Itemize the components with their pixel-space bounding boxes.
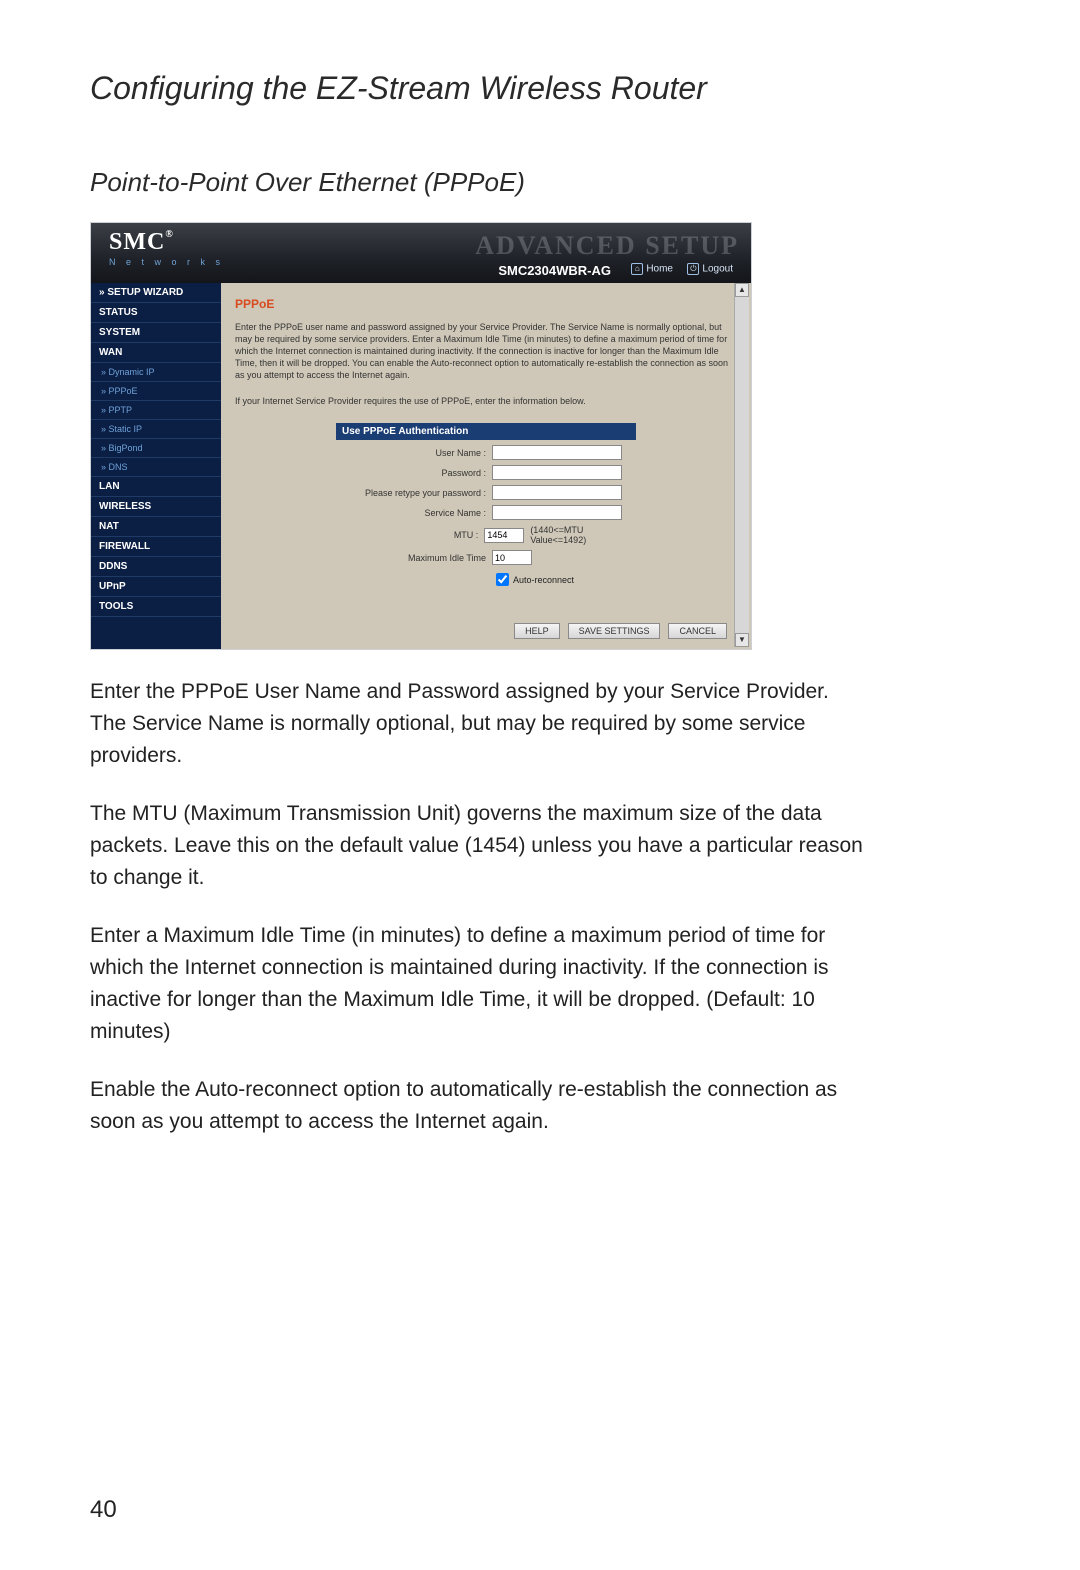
content-heading: PPPoE [235, 297, 737, 311]
scroll-down-icon[interactable]: ▼ [735, 633, 749, 647]
sidebar-item-upnp[interactable]: UPnP [91, 577, 221, 597]
sidebar-item-bigpond[interactable]: » BigPond [91, 439, 221, 458]
home-icon: ⌂ [631, 263, 643, 275]
sidebar-item-status[interactable]: STATUS [91, 303, 221, 323]
model-label: SMC2304WBR-AG [498, 263, 611, 278]
logout-icon: ⏻ [687, 263, 699, 275]
sidebar-item-static-ip[interactable]: » Static IP [91, 420, 221, 439]
save-settings-button[interactable]: SAVE SETTINGS [568, 623, 661, 639]
help-button[interactable]: HELP [514, 623, 560, 639]
pppoe-form: Use PPPoE Authentication User Name : Pas… [336, 423, 636, 589]
service-name-input[interactable] [492, 505, 622, 520]
sidebar-item-wireless[interactable]: WIRELESS [91, 497, 221, 517]
body-paragraph-4: Enable the Auto-reconnect option to auto… [90, 1074, 870, 1138]
auto-reconnect-label: Auto-reconnect [513, 575, 574, 585]
document-title: Configuring the EZ-Stream Wireless Route… [90, 70, 990, 107]
sidebar-item-wan[interactable]: WAN [91, 343, 221, 363]
mtu-note: (1440<=MTU Value<=1492) [530, 525, 636, 545]
idle-label: Maximum Idle Time [336, 553, 492, 563]
logout-link[interactable]: ⏻Logout [687, 263, 733, 275]
body-paragraph-1: Enter the PPPoE User Name and Password a… [90, 676, 870, 772]
sidebar-item-firewall[interactable]: FIREWALL [91, 537, 221, 557]
sidebar-item-pppoe[interactable]: » PPPoE [91, 382, 221, 401]
password-label: Password : [336, 468, 492, 478]
mtu-input[interactable] [484, 528, 524, 543]
sidebar: » SETUP WIZARD STATUS SYSTEM WAN » Dynam… [91, 283, 221, 649]
sidebar-item-system[interactable]: SYSTEM [91, 323, 221, 343]
sidebar-item-ddns[interactable]: DDNS [91, 557, 221, 577]
sidebar-item-lan[interactable]: LAN [91, 477, 221, 497]
content-intro: Enter the PPPoE user name and password a… [235, 321, 737, 381]
sidebar-item-dynamic-ip[interactable]: » Dynamic IP [91, 363, 221, 382]
username-label: User Name : [336, 448, 492, 458]
password-confirm-input[interactable] [492, 485, 622, 500]
header-band: SMC® N e t w o r k s ADVANCED SETUP SMC2… [91, 223, 751, 283]
username-input[interactable] [492, 445, 622, 460]
advanced-setup-label: ADVANCED SETUP [475, 231, 739, 261]
mtu-label: MTU : [336, 530, 484, 540]
sidebar-item-setup-wizard[interactable]: » SETUP WIZARD [91, 283, 221, 303]
body-paragraph-3: Enter a Maximum Idle Time (in minutes) t… [90, 920, 870, 1048]
service-name-label: Service Name : [336, 508, 492, 518]
sidebar-item-dns[interactable]: » DNS [91, 458, 221, 477]
button-bar: HELP SAVE SETTINGS CANCEL [514, 623, 727, 639]
sidebar-item-pptp[interactable]: » PPTP [91, 401, 221, 420]
home-link[interactable]: ⌂Home [631, 263, 673, 275]
brand-logo: SMC® [109, 229, 174, 256]
scroll-up-icon[interactable]: ▲ [735, 283, 749, 297]
section-title: Point-to-Point Over Ethernet (PPPoE) [90, 167, 990, 198]
scrollbar[interactable]: ▲ ▼ [734, 283, 749, 647]
router-screenshot: SMC® N e t w o r k s ADVANCED SETUP SMC2… [90, 222, 752, 650]
page-number: 40 [90, 1496, 117, 1524]
sidebar-item-tools[interactable]: TOOLS [91, 597, 221, 617]
password-confirm-label: Please retype your password : [336, 488, 492, 498]
content-intro2: If your Internet Service Provider requir… [235, 395, 737, 407]
brand-subtext: N e t w o r k s [109, 257, 224, 267]
idle-input[interactable] [492, 550, 532, 565]
form-header: Use PPPoE Authentication [336, 423, 636, 440]
content-pane: PPPoE Enter the PPPoE user name and pass… [221, 283, 751, 649]
sidebar-item-nat[interactable]: NAT [91, 517, 221, 537]
cancel-button[interactable]: CANCEL [668, 623, 727, 639]
password-input[interactable] [492, 465, 622, 480]
body-paragraph-2: The MTU (Maximum Transmission Unit) gove… [90, 798, 870, 894]
auto-reconnect-checkbox[interactable] [496, 573, 509, 586]
